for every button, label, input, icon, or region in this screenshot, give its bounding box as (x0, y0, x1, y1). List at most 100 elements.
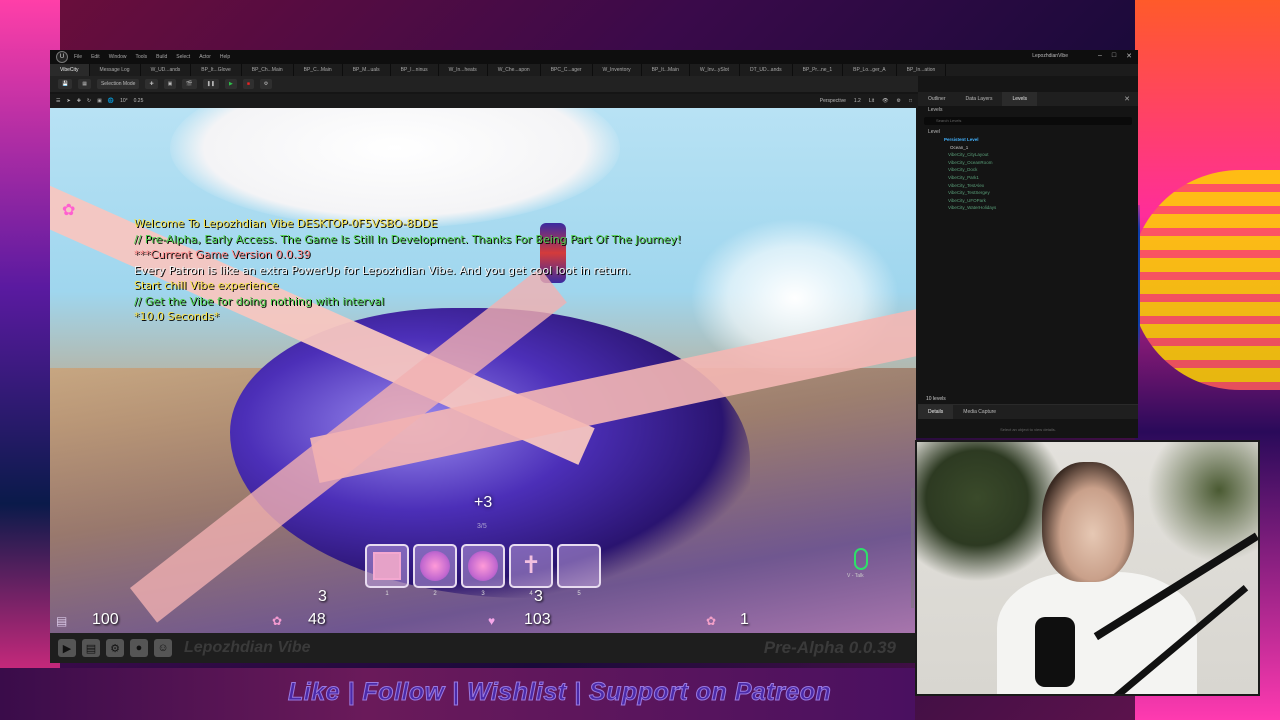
document-tab[interactable]: BP_Pr...ne_1 (793, 64, 844, 76)
document-tab[interactable]: W_Inv...ySlot (690, 64, 740, 76)
tab-outliner[interactable]: Outliner (918, 92, 956, 106)
document-tab[interactable]: BP_Ch...Main (242, 64, 294, 76)
game-version: Pre-Alpha 0.0.39 (763, 638, 896, 657)
menu-help[interactable]: Help (220, 54, 230, 60)
hotbar-slot-2[interactable]: 2 (413, 544, 457, 597)
viewport-settings-icon[interactable]: ⚙ (896, 98, 900, 104)
document-tab[interactable]: BPC_C...ager (541, 64, 593, 76)
document-tab[interactable]: DT_UD...ands (740, 64, 793, 76)
level-item[interactable]: VibeCity_WaterHolidays (918, 204, 1138, 212)
document-tab[interactable]: W_Inventory (593, 64, 642, 76)
call-to-action: Like | Follow | Wishlist | Support on Pa… (287, 678, 832, 707)
log-welcome: Welcome To Lepozhdian Vibe DESKTOP-0F5VS… (134, 217, 438, 230)
close-icon[interactable]: ✕ (1124, 95, 1130, 103)
minimize-button[interactable]: – (1098, 52, 1102, 60)
document-tab[interactable]: BP_In...ation (897, 64, 947, 76)
pause-button[interactable]: ❚❚ (202, 79, 219, 89)
details-hint: Select an object to view details. (1000, 427, 1056, 432)
content-browser-icon[interactable]: ▦ (78, 79, 91, 89)
levels-dropdown[interactable]: Levels (918, 106, 1138, 114)
document-tab[interactable]: W_UD...ands (141, 64, 192, 76)
blueprint-icon[interactable]: ▣ (163, 79, 177, 89)
microphone-icon (854, 548, 868, 570)
level-item[interactable]: VibeCity_TestSergey (918, 189, 1138, 197)
add-actor-icon[interactable]: ✚ (145, 79, 158, 89)
level-item[interactable]: VibeCity_CityLayout (918, 151, 1138, 159)
cinematics-icon[interactable]: 🎬 (182, 79, 197, 89)
level-item[interactable]: VibeCity_OceanRoom (918, 159, 1138, 167)
document-tab[interactable]: Message Log (90, 64, 141, 76)
level-item[interactable]: VibeCity_UFOPark (918, 197, 1138, 205)
menu-edit[interactable]: Edit (91, 54, 100, 60)
hotbar-slot-1[interactable]: 1 (365, 544, 409, 597)
document-tab[interactable]: BP_M...uals (343, 64, 391, 76)
log-pre-alpha: // Pre-Alpha, Early Access. The Game Is … (134, 232, 682, 246)
menu-tools[interactable]: Tools (135, 54, 147, 60)
menu-actor[interactable]: Actor (199, 54, 211, 60)
platforms-icon[interactable]: ⚙ (259, 79, 273, 89)
stop-button[interactable]: ■ (242, 79, 254, 89)
levels-search-input[interactable]: Search Levels (924, 117, 1132, 125)
document-tab[interactable]: BP_It...Main (642, 64, 690, 76)
level-item[interactable]: VibeCity_Dock (918, 166, 1138, 174)
viewport-menu-icon[interactable]: ☰ (56, 98, 60, 104)
expand-icon (373, 552, 401, 580)
play-button[interactable]: ▶ (225, 79, 237, 89)
menu-file[interactable]: File (74, 54, 82, 60)
level-ocean[interactable]: Ocean_1 (918, 144, 1138, 152)
voice-talk-label: V - Talk (847, 573, 864, 579)
tab-details[interactable]: Details (918, 405, 954, 419)
menu-select[interactable]: Select (176, 54, 190, 60)
slot-count: 3 (318, 588, 327, 605)
viewport-scrollbar[interactable] (911, 488, 914, 608)
twitch-icon: ▤ (82, 639, 100, 657)
document-tab[interactable]: BP_I...ninus (391, 64, 439, 76)
select-tool-icon[interactable]: ➤ (66, 98, 70, 104)
document-tab[interactable]: W_Che...apon (488, 64, 541, 76)
document-tab[interactable]: BP_C...Main (294, 64, 343, 76)
menu-window[interactable]: Window (109, 54, 127, 60)
hotbar-slot-4[interactable]: ✝ 4 (509, 544, 553, 597)
slot-number: 2 (433, 591, 437, 597)
lit-dropdown[interactable]: Lit (869, 98, 874, 104)
camera-speed[interactable]: 1.2 (854, 98, 861, 104)
viewport-toolbar: ☰ ➤ ✚ ↻ ▣ 🌐 10° 0.25 Perspective 1.2 Lit… (50, 94, 918, 108)
scale-snap-value[interactable]: 0.25 (134, 98, 144, 104)
selection-mode-dropdown[interactable]: Selection Mode (96, 79, 140, 89)
tab-media-capture[interactable]: Media Capture (953, 405, 1006, 419)
close-button[interactable]: ✕ (1126, 52, 1132, 60)
hotbar-slot-3[interactable]: 3 (461, 544, 505, 597)
orb-icon (420, 551, 450, 581)
perspective-dropdown[interactable]: Perspective (820, 98, 846, 104)
lotus-icon: ✿ (706, 614, 717, 628)
show-flags-icon[interactable]: 👁 (882, 98, 888, 104)
streamer-head (1042, 462, 1134, 582)
rotation-snap-value[interactable]: 10° (120, 98, 128, 104)
webcam-feed (915, 440, 1260, 696)
tab-levels[interactable]: Levels (1002, 92, 1037, 106)
orb-icon (468, 551, 498, 581)
menu-build[interactable]: Build (156, 54, 167, 60)
document-tab[interactable]: BP_It...Glove (191, 64, 242, 76)
channel-name: Lepozhdian Vibe (184, 639, 311, 656)
persistent-level[interactable]: Persistent Level (918, 136, 1138, 144)
level-item[interactable]: VibeCity_Park1 (918, 174, 1138, 182)
maximize-button[interactable]: □ (1112, 52, 1116, 60)
rotate-tool-icon[interactable]: ↻ (87, 98, 91, 104)
slot-number: 4 (529, 591, 533, 597)
world-icon[interactable]: 🌐 (108, 98, 114, 104)
game-viewport[interactable]: ✿ Welcome To Lepozhdian Vibe DESKTOP-0F5… (50, 108, 916, 633)
slot-number: 5 (577, 591, 581, 597)
document-tab[interactable]: VibeCity (50, 64, 90, 76)
maximize-viewport-icon[interactable]: □ (909, 98, 912, 104)
document-tab[interactable]: W_In...heats (439, 64, 488, 76)
hearts-value: 103 (524, 611, 551, 628)
hotbar-slot-5[interactable]: 5 (557, 544, 601, 597)
move-tool-icon[interactable]: ✚ (77, 98, 81, 104)
tab-data-layers[interactable]: Data Layers (956, 92, 1003, 106)
level-item[interactable]: VibeCity_TestAlex (918, 182, 1138, 190)
slot-count: 3 (534, 588, 543, 605)
document-tab[interactable]: BP_Lo...ger_A (843, 64, 897, 76)
save-icon[interactable]: 💾 (58, 79, 73, 89)
scale-tool-icon[interactable]: ▣ (97, 98, 102, 104)
